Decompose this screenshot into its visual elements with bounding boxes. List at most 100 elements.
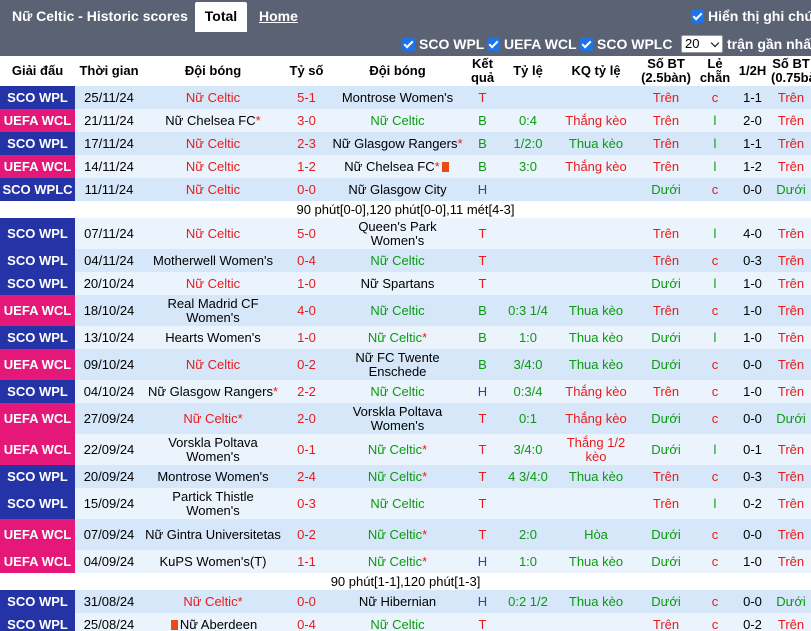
home-team-name[interactable]: Nữ Celtic [186, 357, 240, 372]
match-score[interactable]: 0-1 [283, 434, 330, 465]
home-team-cell[interactable]: Nữ Chelsea FC* [143, 109, 283, 132]
league-badge[interactable]: UEFA WCL [0, 519, 75, 550]
home-team-cell[interactable]: Partick Thistle Women's [143, 488, 283, 519]
home-team-name[interactable]: Nữ Celtic [186, 226, 240, 241]
home-team-cell[interactable]: Nữ Celtic [143, 218, 283, 249]
away-team-cell[interactable]: Nữ Glasgow Rangers* [330, 132, 465, 155]
home-team-name[interactable]: Nữ Celtic [186, 136, 240, 151]
match-score[interactable]: 2-3 [283, 132, 330, 155]
match-score[interactable]: 0-0 [283, 590, 330, 613]
home-team-name[interactable]: Nữ Glasgow Rangers [148, 384, 273, 399]
home-team-name[interactable]: Nữ Aberdeen [180, 617, 257, 631]
away-team-cell[interactable]: Nữ Celtic [330, 380, 465, 403]
home-team-name[interactable]: Motherwell Women's [153, 253, 273, 268]
away-team-name[interactable]: Nữ Celtic [370, 496, 424, 511]
home-team-cell[interactable]: Nữ Celtic* [143, 590, 283, 613]
away-team-cell[interactable]: Nữ Chelsea FC* [330, 155, 465, 178]
away-team-name[interactable]: Nữ Glasgow Rangers [332, 136, 457, 151]
match-score[interactable]: 2-0 [283, 403, 330, 434]
league-badge[interactable]: SCO WPL [0, 132, 75, 155]
tab-home[interactable]: Home [259, 8, 298, 24]
home-team-name[interactable]: Nữ Celtic [186, 182, 240, 197]
away-team-name[interactable]: Nữ FC Twente Enschede [355, 350, 439, 379]
league-badge[interactable]: SCO WPL [0, 218, 75, 249]
tab-total[interactable]: Total [195, 2, 247, 32]
away-team-cell[interactable]: Nữ Celtic [330, 295, 465, 326]
away-team-name[interactable]: Nữ Celtic [368, 442, 422, 457]
away-team-name[interactable]: Nữ Celtic [368, 330, 422, 345]
away-team-cell[interactable]: Queen's Park Women's [330, 218, 465, 249]
home-team-cell[interactable]: Nữ Celtic [143, 155, 283, 178]
match-score[interactable]: 1-0 [283, 272, 330, 295]
away-team-name[interactable]: Nữ Hibernian [359, 594, 436, 609]
match-score[interactable]: 1-1 [283, 550, 330, 573]
league-badge[interactable]: SCO WPL [0, 249, 75, 272]
filter-league-0[interactable]: SCO WPL [402, 36, 484, 52]
away-team-cell[interactable]: Nữ FC Twente Enschede [330, 349, 465, 380]
match-score[interactable]: 0-3 [283, 488, 330, 519]
league-badge[interactable]: UEFA WCL [0, 403, 75, 434]
away-team-name[interactable]: Nữ Glasgow City [348, 182, 446, 197]
match-score[interactable]: 1-0 [283, 326, 330, 349]
match-score[interactable]: 0-4 [283, 249, 330, 272]
away-team-name[interactable]: Nữ Celtic [370, 253, 424, 268]
match-score[interactable]: 0-4 [283, 613, 330, 631]
away-team-cell[interactable]: Vorskla Poltava Women's [330, 403, 465, 434]
away-team-cell[interactable]: Nữ Celtic* [330, 550, 465, 573]
home-team-name[interactable]: Nữ Celtic [183, 411, 237, 426]
home-team-cell[interactable]: Vorskla Poltava Women's [143, 434, 283, 465]
home-team-name[interactable]: Nữ Chelsea FC [165, 113, 255, 128]
show-notes-toggle[interactable]: Hiển thị ghi chú [691, 8, 811, 24]
home-team-cell[interactable]: Nữ Gintra Universitetas [143, 519, 283, 550]
match-score[interactable]: 4-0 [283, 295, 330, 326]
home-team-name[interactable]: Nữ Celtic [183, 594, 237, 609]
league-badge[interactable]: SCO WPL [0, 326, 75, 349]
league-badge[interactable]: SCO WPL [0, 488, 75, 519]
checkbox-icon[interactable] [487, 37, 500, 51]
home-team-name[interactable]: Hearts Women's [165, 330, 260, 345]
away-team-name[interactable]: Nữ Chelsea FC [344, 159, 434, 174]
home-team-cell[interactable]: Nữ Aberdeen [143, 613, 283, 631]
league-badge[interactable]: UEFA WCL [0, 434, 75, 465]
away-team-cell[interactable]: Nữ Celtic* [330, 326, 465, 349]
away-team-cell[interactable]: Nữ Celtic [330, 249, 465, 272]
away-team-name[interactable]: Nữ Celtic [370, 303, 424, 318]
league-badge[interactable]: SCO WPL [0, 613, 75, 631]
away-team-cell[interactable]: Nữ Glasgow City [330, 178, 465, 201]
match-score[interactable]: 5-0 [283, 218, 330, 249]
away-team-cell[interactable]: Montrose Women's [330, 86, 465, 109]
league-badge[interactable]: SCO WPL [0, 86, 75, 109]
home-team-name[interactable]: KuPS Women's(T) [160, 554, 267, 569]
away-team-name[interactable]: Nữ Celtic [368, 469, 422, 484]
home-team-cell[interactable]: Nữ Celtic [143, 349, 283, 380]
home-team-cell[interactable]: Nữ Celtic [143, 86, 283, 109]
home-team-cell[interactable]: Nữ Celtic [143, 178, 283, 201]
away-team-name[interactable]: Nữ Celtic [368, 554, 422, 569]
home-team-name[interactable]: Partick Thistle Women's [172, 489, 253, 518]
home-team-name[interactable]: Montrose Women's [157, 469, 268, 484]
home-team-name[interactable]: Nữ Gintra Universitetas [145, 527, 281, 542]
league-badge[interactable]: UEFA WCL [0, 295, 75, 326]
home-team-cell[interactable]: Nữ Celtic [143, 132, 283, 155]
away-team-cell[interactable]: Nữ Celtic [330, 488, 465, 519]
away-team-cell[interactable]: Nữ Hibernian [330, 590, 465, 613]
match-score[interactable]: 0-2 [283, 519, 330, 550]
home-team-name[interactable]: Vorskla Poltava Women's [168, 435, 258, 464]
match-score[interactable]: 5-1 [283, 86, 330, 109]
match-score[interactable]: 2-4 [283, 465, 330, 488]
checkbox-icon[interactable] [402, 37, 415, 51]
away-team-name[interactable]: Nữ Celtic [370, 617, 424, 631]
away-team-name[interactable]: Queen's Park Women's [358, 219, 436, 248]
home-team-cell[interactable]: Nữ Glasgow Rangers* [143, 380, 283, 403]
home-team-name[interactable]: Nữ Celtic [186, 159, 240, 174]
away-team-name[interactable]: Vorskla Poltava Women's [353, 404, 443, 433]
filter-league-2[interactable]: SCO WPLC [580, 36, 672, 52]
away-team-name[interactable]: Nữ Celtic [368, 527, 422, 542]
match-count-select[interactable]: 20 [681, 35, 723, 53]
away-team-cell[interactable]: Nữ Celtic* [330, 465, 465, 488]
away-team-name[interactable]: Nữ Celtic [370, 113, 424, 128]
away-team-cell[interactable]: Nữ Spartans [330, 272, 465, 295]
league-badge[interactable]: SCO WPL [0, 590, 75, 613]
league-badge[interactable]: UEFA WCL [0, 550, 75, 573]
away-team-cell[interactable]: Nữ Celtic* [330, 434, 465, 465]
